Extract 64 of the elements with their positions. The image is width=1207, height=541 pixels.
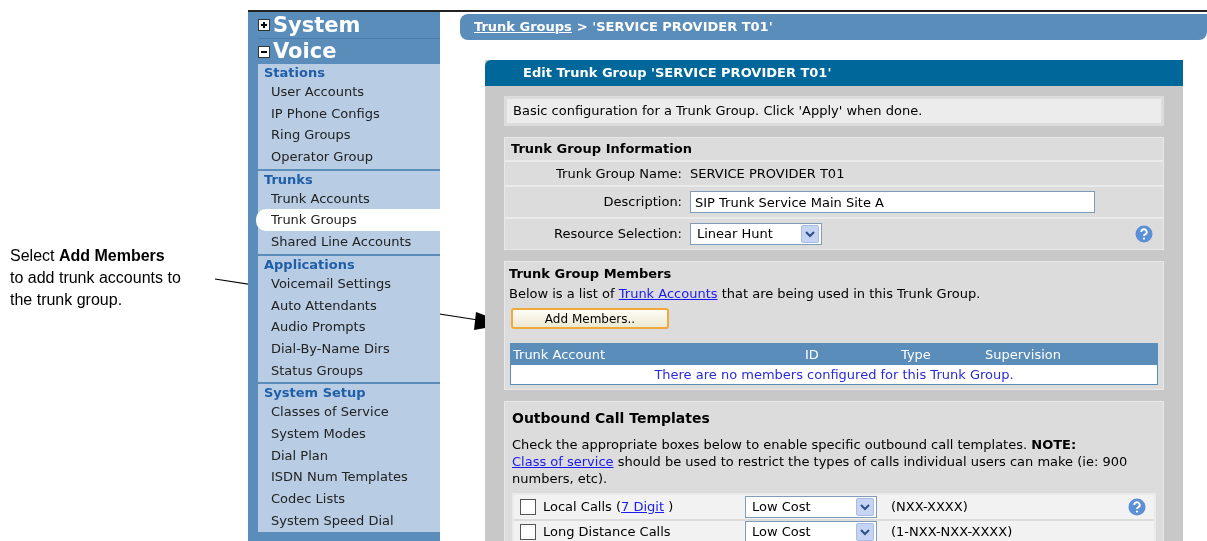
dial-pattern: (1-NXX-NXX-XXXX) [891, 523, 1013, 541]
resource-select[interactable]: Linear Hunt [690, 223, 822, 245]
sidebar-item[interactable]: Ring Groups [258, 124, 440, 147]
collapse-icon[interactable] [258, 45, 270, 58]
add-members-button[interactable]: Add Members.. [511, 308, 669, 329]
sidebar-item[interactable]: Shared Line Accounts [258, 231, 440, 253]
cost-select[interactable]: Low Cost [745, 496, 877, 518]
digit-link[interactable]: 7 Digit [621, 499, 665, 515]
checkbox[interactable] [520, 499, 536, 515]
breadcrumb-current: > 'SERVICE PROVIDER T01' [576, 18, 773, 37]
sidebar-item[interactable]: Dial-By-Name Dirs [258, 337, 440, 360]
sidebar-item[interactable]: Trunk Accounts [258, 187, 440, 210]
cost-select[interactable]: Low Cost [745, 521, 877, 541]
template-label: Local Calls (7 Digit ) [543, 498, 675, 517]
sidebar-item[interactable]: ISDN Num Templates [258, 466, 440, 488]
sidebar-heading: Applications [263, 255, 356, 273]
field-label: Trunk Group Name: [555, 164, 683, 183]
class-of-service-link[interactable]: Class of service [512, 454, 614, 469]
sidebar-item[interactable]: Voicemail Settings [258, 272, 440, 295]
breadcrumb-link[interactable]: Trunk Groups [474, 17, 572, 37]
description-field[interactable]: SIP Trunk Service Main Site A [690, 191, 1095, 213]
help-icon[interactable] [1128, 498, 1146, 516]
dropdown-caret-icon [856, 498, 874, 516]
sidebar-heading: Stations [263, 64, 326, 81]
section-title: Trunk Group Information [505, 138, 1163, 162]
column-header: Type [901, 345, 932, 364]
intro-text: Basic configuration for a Trunk Group. Click 'Apply' when done. [507, 99, 1161, 123]
sidebar-section[interactable]: Voice [273, 41, 337, 62]
sidebar-item[interactable]: Audio Prompts [258, 316, 440, 338]
members-description: Below is a list of Trunk Accounts that are being used in this Trunk Group. [509, 285, 982, 303]
dropdown-caret-icon [856, 523, 874, 541]
empty-message: There are no members configured for this Trunk Group. [654, 365, 1014, 384]
help-icon[interactable] [1135, 225, 1153, 243]
sidebar-section[interactable]: System [273, 14, 361, 36]
field-label: Description: [602, 193, 683, 212]
sidebar-heading: Trunks [263, 170, 314, 188]
sidebar-item[interactable]: System Speed Dial [258, 509, 440, 532]
trunk-accounts-link[interactable]: Trunk Accounts [618, 286, 718, 301]
sidebar-item[interactable]: Codec Lists [258, 488, 440, 510]
column-header: Trunk Account [513, 345, 606, 364]
sidebar-item[interactable]: Operator Group [258, 146, 440, 168]
sidebar-item[interactable]: User Accounts [258, 81, 440, 103]
panel-title: Edit Trunk Group 'SERVICE PROVIDER T01' [485, 60, 1183, 86]
sidebar-item[interactable]: Auto Attendants [258, 294, 440, 317]
outbound-note: Check the appropriate boxes below to enable specific outbound call templates. NOTE: Class of service should be used to restrict the types of calls individual users can make (ie: 900 numbers, etc). [512, 436, 1129, 487]
sidebar-item[interactable]: Trunk Groups [256, 209, 440, 232]
sidebar-item[interactable]: Dial Plan [258, 444, 440, 467]
dropdown-caret-icon [801, 225, 819, 243]
sidebar-item[interactable]: Classes of Service [258, 401, 440, 423]
field-label: Resource Selection: [552, 225, 683, 244]
annotation-text: Select Add Members to add trunk accounts to the trunk group. [10, 246, 182, 310]
template-label: Long Distance Calls [543, 523, 672, 541]
expand-icon[interactable] [258, 19, 270, 31]
sidebar-heading: System Setup [263, 384, 367, 402]
column-header: ID [805, 345, 820, 364]
sidebar-item[interactable]: System Modes [258, 422, 440, 445]
checkbox[interactable] [520, 524, 536, 540]
field-value: SERVICE PROVIDER T01 [690, 164, 845, 183]
sidebar-item[interactable]: Status Groups [258, 359, 440, 382]
column-header: Supervision [985, 345, 1062, 364]
section-title: Outbound Call Templates [512, 409, 711, 428]
sidebar-item[interactable]: IP Phone Configs [258, 102, 440, 125]
section-title: Trunk Group Members [509, 265, 673, 283]
dial-pattern: (NXX-XXXX) [891, 498, 968, 517]
